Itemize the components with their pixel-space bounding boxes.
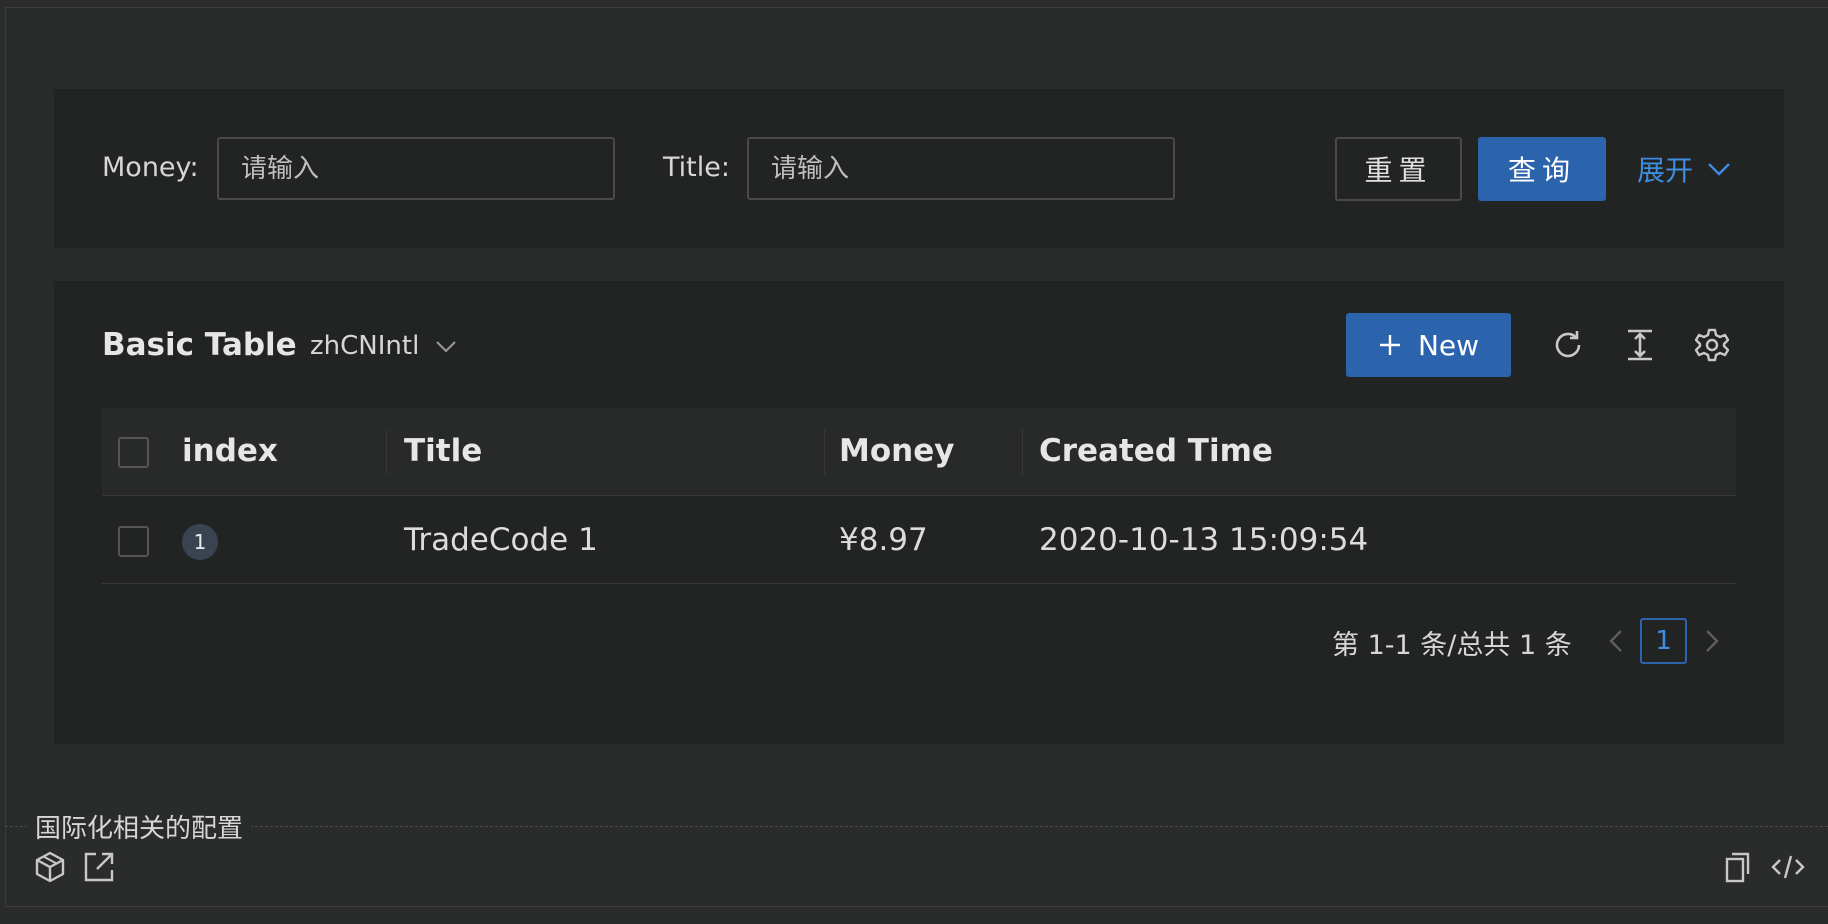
table-header: index Title Money Created Time xyxy=(102,408,1736,496)
row-checkbox[interactable] xyxy=(118,526,149,557)
cell-created-time: 2020-10-13 15:09:54 xyxy=(1039,522,1369,558)
column-header-title: Title xyxy=(404,433,483,469)
locale-value: zhCNIntl xyxy=(310,331,420,361)
external-link-icon[interactable] xyxy=(82,850,116,884)
column-header-money: Money xyxy=(839,433,955,469)
reload-icon[interactable] xyxy=(1550,327,1586,363)
expand-label: 展开 xyxy=(1637,154,1694,187)
settings-icon[interactable] xyxy=(1694,327,1730,363)
index-badge: 1 xyxy=(182,524,218,560)
code-icon[interactable] xyxy=(1771,850,1805,884)
table-title: Basic Table xyxy=(102,327,297,363)
page-item-current[interactable]: 1 xyxy=(1640,618,1687,664)
prev-page-icon[interactable] xyxy=(1604,626,1628,656)
chevron-down-icon xyxy=(1707,161,1731,177)
locale-select[interactable]: zhCNIntl xyxy=(310,328,457,364)
cell-title: TradeCode 1 xyxy=(404,522,598,558)
column-separator xyxy=(386,430,387,474)
demo-divider xyxy=(5,826,1828,827)
select-all-checkbox[interactable] xyxy=(118,437,149,468)
column-separator xyxy=(1022,430,1023,474)
codesandbox-icon[interactable] xyxy=(33,850,67,884)
new-button-label: New xyxy=(1417,328,1480,362)
title-input[interactable] xyxy=(747,137,1175,200)
money-input[interactable] xyxy=(217,137,615,200)
money-label: Money: xyxy=(102,152,199,183)
chevron-down-icon xyxy=(435,339,457,353)
demo-caption: 国际化相关的配置 xyxy=(27,808,252,845)
column-separator xyxy=(824,430,825,474)
table-row: 1 TradeCode 1 ¥8.97 2020-10-13 15:09:54 xyxy=(102,497,1736,584)
query-button[interactable]: 查询 xyxy=(1478,137,1606,201)
title-label: Title: xyxy=(663,152,730,183)
reset-button[interactable]: 重置 xyxy=(1335,137,1462,201)
new-button[interactable]: New xyxy=(1346,313,1511,377)
plus-icon xyxy=(1378,333,1402,357)
cell-money: ¥8.97 xyxy=(839,522,928,558)
next-page-icon[interactable] xyxy=(1700,626,1724,656)
column-header-created-time: Created Time xyxy=(1039,433,1273,469)
expand-toggle[interactable]: 展开 xyxy=(1637,147,1731,191)
copy-icon[interactable] xyxy=(1722,850,1756,884)
column-header-index: index xyxy=(182,433,278,469)
density-icon[interactable] xyxy=(1622,327,1658,363)
pagination-total: 第 1-1 条/总共 1 条 xyxy=(1332,630,1572,661)
